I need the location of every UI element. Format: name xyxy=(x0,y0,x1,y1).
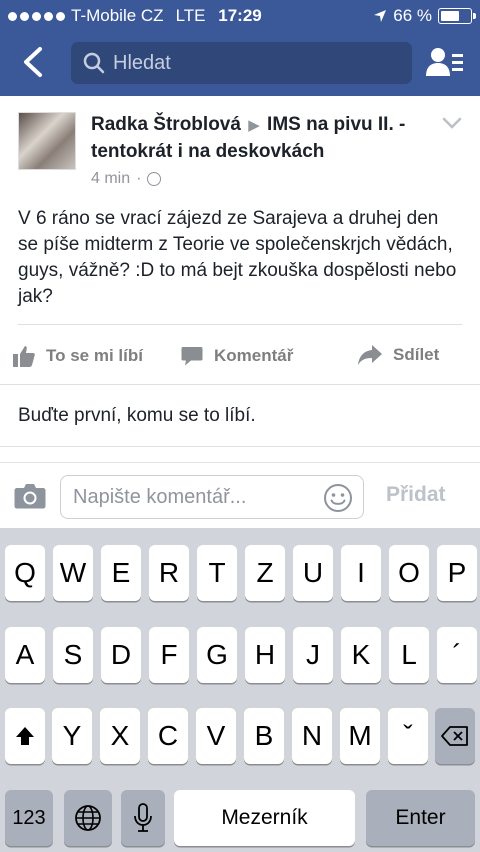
post-header: Radka Štroblová ▶ IMS na pivu II. - tent… xyxy=(0,96,480,196)
key-´[interactable]: ´ xyxy=(437,627,477,683)
key-n[interactable]: N xyxy=(292,708,332,764)
key-g[interactable]: G xyxy=(197,627,237,683)
share-label: Sdílet xyxy=(393,345,440,364)
friends-list-icon[interactable] xyxy=(426,46,464,78)
likes-summary: Buďte první, komu se to líbí. xyxy=(18,405,256,426)
camera-icon[interactable] xyxy=(14,483,46,509)
key-f[interactable]: F xyxy=(149,627,189,683)
comment-input[interactable] xyxy=(73,486,313,509)
status-bar: T-Mobile CZ LTE 17:29 66 % xyxy=(0,0,480,32)
key-u[interactable]: U xyxy=(293,545,333,601)
keyboard: 123 Mezerník Enter Q W E R T Z U I O P A S D F G H J K L ´ Y… xyxy=(0,528,480,852)
emoji-smiley-icon[interactable] xyxy=(323,483,353,513)
divider xyxy=(0,446,480,447)
enter-key[interactable]: Enter xyxy=(366,790,475,846)
key-b[interactable]: B xyxy=(244,708,284,764)
search-bar[interactable] xyxy=(71,42,412,84)
microphone-icon xyxy=(134,803,152,832)
back-chevron-icon[interactable] xyxy=(18,46,48,78)
comment-label: Komentář xyxy=(214,346,294,365)
key-m[interactable]: M xyxy=(340,708,380,764)
globe-icon xyxy=(147,172,162,186)
key-c[interactable]: C xyxy=(148,708,188,764)
post-meta: 4 min · xyxy=(91,170,162,188)
key-s[interactable]: S xyxy=(53,627,93,683)
post-comment-button[interactable]: Přidat xyxy=(386,483,446,507)
key-r[interactable]: R xyxy=(149,545,189,601)
like-label: To se mi líbí xyxy=(46,346,143,365)
key-z[interactable]: Z xyxy=(245,545,285,601)
comment-field[interactable] xyxy=(60,475,364,519)
author-name[interactable]: Radka Štroblová xyxy=(91,114,241,135)
post-actions: To se mi líbí Komentář Sdílet xyxy=(0,330,480,382)
comment-button[interactable]: Komentář xyxy=(180,344,293,368)
space-key[interactable]: Mezerník xyxy=(174,790,355,846)
key-q[interactable]: Q xyxy=(5,545,45,601)
post-time: 4 min xyxy=(91,170,131,187)
post-text: V 6 ráno se vrací zájezd ze Sarajeva a d… xyxy=(18,208,457,307)
comment-composer: Přidat xyxy=(0,462,480,528)
microphone-key[interactable] xyxy=(121,790,165,846)
search-icon xyxy=(83,52,105,74)
backspace-icon xyxy=(441,726,468,746)
share-arrow-icon xyxy=(358,345,382,365)
comment-bubble-icon xyxy=(181,347,203,366)
key-j[interactable]: J xyxy=(293,627,333,683)
divider xyxy=(0,384,480,385)
like-button[interactable]: To se mi líbí xyxy=(12,344,143,368)
key-i[interactable]: I xyxy=(341,545,381,601)
avatar[interactable] xyxy=(18,112,76,170)
meta-separator: · xyxy=(136,170,142,187)
globe-key[interactable] xyxy=(64,790,112,846)
key-a[interactable]: A xyxy=(5,627,45,683)
chevron-down-icon[interactable] xyxy=(442,116,462,130)
divider xyxy=(18,324,462,325)
key-v[interactable]: V xyxy=(196,708,236,764)
key-h[interactable]: H xyxy=(245,627,285,683)
key-ˇ[interactable]: ˇ xyxy=(388,708,428,764)
key-t[interactable]: T xyxy=(197,545,237,601)
key-y[interactable]: Y xyxy=(52,708,92,764)
key-k[interactable]: K xyxy=(341,627,381,683)
battery-percentage: 66 % xyxy=(393,6,432,25)
backspace-key[interactable] xyxy=(435,708,475,764)
top-bar: T-Mobile CZ LTE 17:29 66 % xyxy=(0,0,480,96)
key-e[interactable]: E xyxy=(101,545,141,601)
shift-key[interactable] xyxy=(5,708,45,764)
triangle-right-icon: ▶ xyxy=(248,117,260,134)
location-arrow-icon xyxy=(374,10,387,22)
numbers-key[interactable]: 123 xyxy=(5,790,53,846)
thumbs-up-icon xyxy=(13,346,35,367)
key-p[interactable]: P xyxy=(437,545,477,601)
key-o[interactable]: O xyxy=(389,545,429,601)
globe-icon xyxy=(75,805,101,831)
battery-icon xyxy=(438,8,476,24)
post-author-line: Radka Štroblová ▶ IMS na pivu II. - tent… xyxy=(91,112,431,165)
search-input[interactable] xyxy=(113,51,393,75)
key-d[interactable]: D xyxy=(101,627,141,683)
key-x[interactable]: X xyxy=(100,708,140,764)
key-w[interactable]: W xyxy=(53,545,93,601)
key-l[interactable]: L xyxy=(389,627,429,683)
share-button[interactable]: Sdílet xyxy=(357,344,439,366)
shift-arrow-icon xyxy=(16,727,34,745)
